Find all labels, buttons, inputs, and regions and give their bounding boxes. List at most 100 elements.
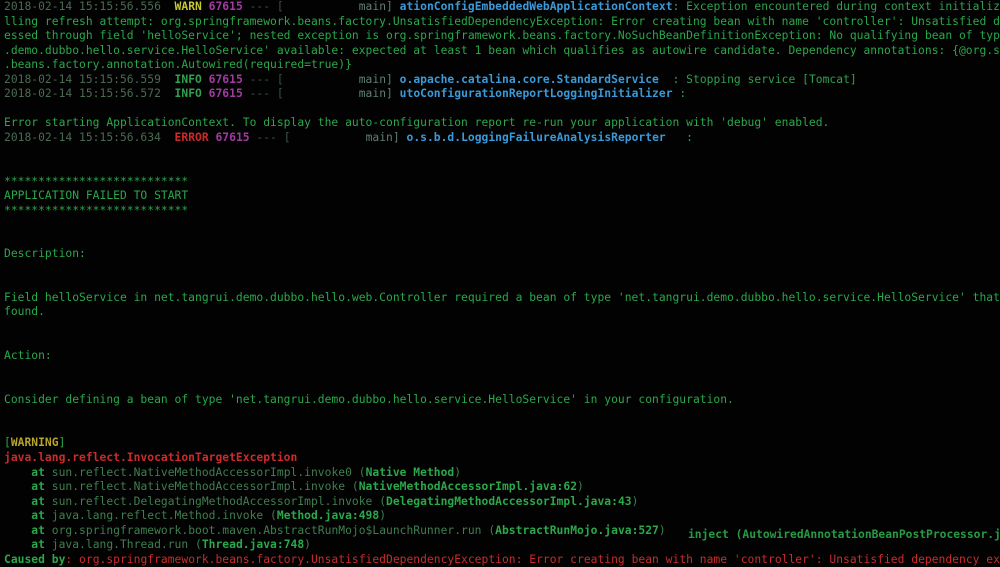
frame-at-keyword: at — [31, 509, 52, 523]
terminal-window[interactable]: 2018-02-14 15:15:56.556 WARN 67615 --- [… — [0, 0, 1000, 567]
frame-paren-close: ) — [658, 523, 666, 537]
terminal-output: 2018-02-14 15:15:56.556 WARN 67615 --- [… — [0, 0, 1000, 567]
banner-divider: *************************** — [4, 174, 189, 188]
log-message: : Exception encountered during context i… — [672, 0, 1000, 13]
log-timestamp: 2018-02-14 15:15:56.559 — [4, 72, 175, 86]
frame-at-keyword: at — [31, 538, 52, 552]
terminal-line: 2018-02-14 15:15:56.572 INFO 67615 --- [… — [0, 87, 1000, 102]
frame-indent — [4, 538, 31, 551]
terminal-line: 2018-02-14 15:15:56.559 INFO 67615 --- [… — [0, 73, 1000, 88]
log-pid: 67615 — [215, 130, 250, 144]
terminal-line: at sun.reflect.NativeMethodAccessorImpl.… — [0, 480, 1000, 495]
output-text: Description: — [4, 247, 86, 261]
frame-at-keyword: at — [31, 494, 52, 508]
log-message: : Stopping service [Tomcat] — [658, 72, 857, 86]
terminal-line: at sun.reflect.DelegatingMethodAccessorI… — [0, 495, 1000, 510]
terminal-line: lling refresh attempt: org.springframewo… — [0, 15, 1000, 30]
log-timestamp: 2018-02-14 15:15:56.634 — [4, 130, 175, 144]
frame-paren-close: ) — [631, 494, 639, 508]
log-level: ERROR — [174, 130, 216, 144]
frame-paren-close: ) — [379, 509, 387, 523]
output-text: essed through field 'helloService'; nest… — [4, 29, 1000, 43]
frame-indent — [4, 495, 31, 508]
log-thread: main] — [283, 72, 400, 86]
terminal-line: *************************** — [0, 204, 1000, 219]
bracket-close: ] — [58, 436, 66, 450]
frame-location: Method.java:498 — [276, 509, 380, 523]
log-separator: --- [ — [242, 87, 284, 101]
terminal-line: Caused by: org.springframework.beans.fac… — [0, 553, 1000, 567]
terminal-line: .demo.dubbo.hello.service.HelloService' … — [0, 44, 1000, 59]
frame-paren-open: ( — [358, 465, 366, 479]
output-text: APPLICATION FAILED TO START — [4, 189, 189, 203]
output-text: .beans.factory.annotation.Autowired(requ… — [4, 58, 352, 72]
frame-at-keyword: at — [31, 523, 52, 537]
output-text: found. — [4, 305, 45, 319]
log-separator: --- [ — [242, 0, 284, 13]
log-message: : — [665, 130, 694, 144]
log-pid: 67615 — [208, 87, 243, 101]
frame-at-keyword: at — [31, 465, 52, 479]
terminal-line: 2018-02-14 15:15:56.634 ERROR 67615 --- … — [0, 131, 1000, 146]
terminal-line: [WARNING] — [0, 436, 1000, 451]
output-text: Error starting ApplicationContext. To di… — [4, 116, 830, 130]
frame-location: AbstractRunMojo.java:527 — [495, 523, 659, 537]
frame-method: sun.reflect.NativeMethodAccessorImpl.inv… — [51, 465, 359, 479]
frame-indent — [4, 509, 31, 522]
frame-paren-close: ) — [454, 465, 462, 479]
frame-paren-open: ( — [351, 480, 359, 494]
terminal-line: 2018-02-14 15:15:56.556 WARN 67615 --- [… — [0, 0, 1000, 15]
log-thread: main] — [283, 0, 400, 13]
frame-method: java.lang.Thread.run — [51, 538, 196, 552]
terminal-line: Description: — [0, 247, 1000, 262]
terminal-line: *************************** — [0, 175, 1000, 190]
log-thread: main] — [290, 130, 407, 144]
output-text: Field helloService in net.tangrui.demo.d… — [4, 290, 1000, 304]
frame-method: sun.reflect.NativeMethodAccessorImpl.inv… — [51, 480, 352, 494]
terminal-line: essed through field 'helloService'; nest… — [0, 29, 1000, 44]
terminal-line: Action: — [0, 349, 1000, 364]
caused-by-text: : org.springframework.beans.factory.Unsa… — [65, 552, 1000, 566]
frame-location: Native Method — [365, 465, 455, 479]
terminal-line: APPLICATION FAILED TO START — [0, 189, 1000, 204]
log-separator: --- [ — [249, 130, 291, 144]
output-text: lling refresh attempt: org.springframewo… — [4, 14, 1000, 28]
frame-at-keyword: at — [31, 480, 52, 494]
terminal-line: Error starting ApplicationContext. To di… — [0, 116, 1000, 131]
log-thread: main] — [283, 87, 400, 101]
frame-paren-close: ) — [304, 538, 311, 552]
terminal-line: at sun.reflect.NativeMethodAccessorImpl.… — [0, 466, 1000, 481]
log-logger: o.apache.catalina.core.StandardService — [399, 72, 659, 86]
frame-paren-open: ( — [270, 509, 277, 523]
frame-method: java.lang.reflect.Method.invoke — [51, 509, 271, 523]
frame-location: DelegatingMethodAccessorImpl.java:43 — [386, 494, 632, 508]
frame-indent — [4, 480, 31, 493]
frame-indent — [4, 466, 31, 479]
bracket-open: [ — [4, 436, 11, 450]
terminal-line: .beans.factory.annotation.Autowired(requ… — [0, 58, 1000, 73]
log-pid: 67615 — [208, 72, 243, 86]
exception-class: java.lang.reflect.InvocationTargetExcept… — [4, 450, 298, 464]
log-logger: ationConfigEmbeddedWebApplicationContext — [399, 0, 673, 13]
terminal-line: Field helloService in net.tangrui.demo.d… — [0, 291, 1000, 306]
output-text: .demo.dubbo.hello.service.HelloService' … — [4, 43, 1000, 57]
log-message: : — [672, 87, 687, 101]
log-separator: --- [ — [242, 72, 284, 86]
frame-method: sun.reflect.DelegatingMethodAccessorImpl… — [51, 494, 380, 508]
frame-indent — [4, 524, 31, 537]
frame-method: org.springframework.boot.maven.AbstractR… — [51, 523, 489, 537]
frame-location: NativeMethodAccessorImpl.java:62 — [358, 480, 578, 494]
frame-paren-close: ) — [577, 480, 584, 494]
terminal-line: found. — [0, 305, 1000, 320]
log-pid: 67615 — [208, 0, 243, 13]
